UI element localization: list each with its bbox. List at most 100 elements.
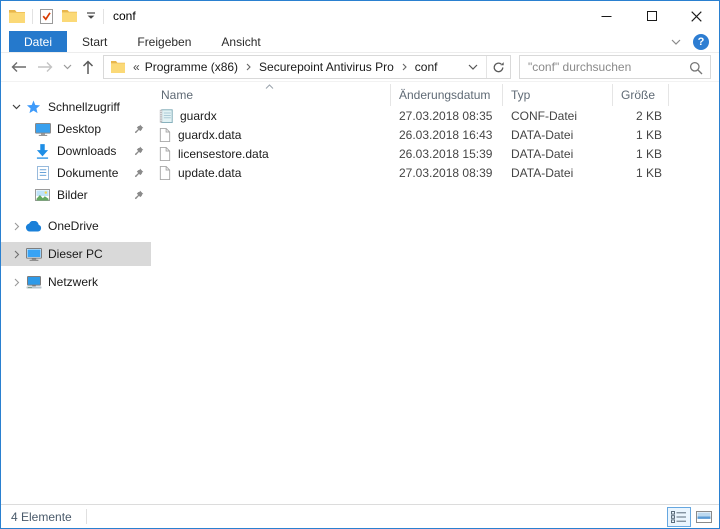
sidebar-item-desktop[interactable]: Desktop bbox=[1, 118, 151, 140]
file-row-update-data[interactable]: update.data 27.03.2018 08:39 DATA-Datei … bbox=[151, 163, 719, 182]
thumbnail-view-icon[interactable] bbox=[692, 507, 716, 527]
chevron-right-icon[interactable] bbox=[9, 222, 24, 231]
recent-locations-chevron-icon[interactable] bbox=[63, 64, 72, 70]
sidebar-item-schnellzugriff[interactable]: Schnellzugriff bbox=[1, 96, 151, 118]
breadcrumb-securepoint-antivirus-pro[interactable]: Securepoint Antivirus Pro bbox=[257, 60, 396, 74]
data-file-icon bbox=[159, 146, 171, 161]
file-size: 2 KB bbox=[635, 108, 662, 123]
chevron-right-icon[interactable] bbox=[9, 250, 24, 259]
up-button[interactable] bbox=[82, 59, 94, 75]
file-size: 1 KB bbox=[635, 165, 662, 180]
data-file-icon bbox=[159, 165, 171, 180]
minimize-button[interactable] bbox=[584, 1, 629, 31]
file-name: licensestore.data bbox=[178, 146, 269, 161]
chevron-right-icon[interactable] bbox=[9, 278, 24, 287]
navigation-pane: Schnellzugriff Desktop Downloads Dokumen… bbox=[1, 82, 151, 504]
window-controls bbox=[584, 1, 719, 31]
status-separator bbox=[85, 509, 87, 524]
ribbon-tab-bar: Datei Start Freigeben Ansicht ? bbox=[1, 31, 719, 53]
help-icon[interactable]: ? bbox=[693, 33, 709, 50]
file-modified: 26.03.2018 16:43 bbox=[399, 127, 493, 142]
navigation-toolbar: « Programme (x86) Securepoint Antivirus … bbox=[1, 53, 719, 82]
chevron-down-icon[interactable] bbox=[9, 104, 24, 110]
file-type: DATA-Datei bbox=[511, 146, 574, 161]
file-list-pane: Name Änderungsdatum Typ Größe guardx 27.… bbox=[151, 82, 719, 504]
pin-icon bbox=[134, 190, 144, 200]
sidebar-item-netzwerk[interactable]: Netzwerk bbox=[1, 270, 151, 294]
sidebar-item-dieser-pc[interactable]: Dieser PC bbox=[1, 242, 151, 266]
back-button[interactable] bbox=[11, 61, 27, 73]
status-bar: 4 Elemente bbox=[1, 504, 719, 528]
maximize-button[interactable] bbox=[629, 1, 674, 31]
data-file-icon bbox=[159, 127, 171, 142]
pictures-icon bbox=[33, 189, 52, 201]
sidebar-item-label: Dokumente bbox=[57, 166, 119, 180]
search-input[interactable] bbox=[520, 56, 710, 78]
breadcrumb-programme-x86[interactable]: Programme (x86) bbox=[143, 60, 240, 74]
explorer-window: conf Datei Start Freigeben Ansicht ? « P… bbox=[0, 0, 720, 529]
pin-icon bbox=[134, 168, 144, 178]
file-name: guardx bbox=[180, 108, 217, 123]
file-size: 1 KB bbox=[635, 127, 662, 142]
new-folder-icon[interactable] bbox=[62, 10, 77, 22]
search-box bbox=[519, 55, 711, 79]
tab-ansicht[interactable]: Ansicht bbox=[206, 31, 275, 52]
search-icon[interactable] bbox=[689, 61, 703, 75]
column-header-modified[interactable]: Änderungsdatum bbox=[391, 84, 503, 106]
sidebar-item-onedrive[interactable]: OneDrive bbox=[1, 214, 151, 238]
sort-ascending-caret-icon bbox=[265, 84, 274, 89]
sidebar-item-bilder[interactable]: Bilder bbox=[1, 184, 151, 206]
main-content: Schnellzugriff Desktop Downloads Dokumen… bbox=[1, 82, 719, 504]
sidebar-item-label: Desktop bbox=[57, 122, 102, 136]
breadcrumb-chevron-icon[interactable] bbox=[240, 63, 257, 71]
breadcrumb-overflow-icon[interactable]: « bbox=[130, 60, 143, 74]
address-history-chevron-icon[interactable] bbox=[460, 64, 486, 70]
sidebar-item-label: Schnellzugriff bbox=[48, 100, 120, 114]
refresh-icon[interactable] bbox=[486, 56, 510, 78]
column-header-size[interactable]: Größe bbox=[613, 84, 669, 106]
address-folder-icon bbox=[110, 61, 126, 73]
file-type: CONF-Datei bbox=[511, 108, 578, 123]
title-bar: conf bbox=[1, 1, 719, 31]
sidebar-item-label: Netzwerk bbox=[48, 275, 99, 289]
breadcrumb-conf[interactable]: conf bbox=[413, 60, 440, 74]
pin-icon bbox=[134, 146, 144, 156]
file-modified: 27.03.2018 08:35 bbox=[399, 108, 493, 123]
file-row-licensestore-data[interactable]: licensestore.data 26.03.2018 15:39 DATA-… bbox=[151, 144, 719, 163]
file-row-guardx-data[interactable]: guardx.data 26.03.2018 16:43 DATA-Datei … bbox=[151, 125, 719, 144]
sidebar-item-label: Dieser PC bbox=[48, 247, 103, 261]
sidebar-item-label: Bilder bbox=[57, 188, 88, 202]
properties-icon[interactable] bbox=[40, 8, 53, 24]
file-name: update.data bbox=[178, 165, 242, 180]
sidebar-item-downloads[interactable]: Downloads bbox=[1, 140, 151, 162]
file-modified: 27.03.2018 08:39 bbox=[399, 165, 493, 180]
sidebar-item-dokumente[interactable]: Dokumente bbox=[1, 162, 151, 184]
titlebar-separator bbox=[32, 8, 33, 24]
onedrive-cloud-icon bbox=[24, 220, 43, 232]
desktop-icon bbox=[33, 122, 52, 136]
downloads-icon bbox=[33, 143, 52, 159]
quick-access-star-icon bbox=[24, 99, 43, 115]
file-size: 1 KB bbox=[635, 146, 662, 161]
tab-freigeben[interactable]: Freigeben bbox=[122, 31, 206, 52]
pin-icon bbox=[134, 124, 144, 134]
document-icon bbox=[33, 166, 52, 180]
customize-qat-dropdown-icon[interactable] bbox=[86, 12, 96, 20]
titlebar-separator bbox=[103, 8, 104, 24]
close-button[interactable] bbox=[674, 1, 719, 31]
file-type: DATA-Datei bbox=[511, 127, 574, 142]
tab-datei[interactable]: Datei bbox=[9, 31, 68, 52]
file-type: DATA-Datei bbox=[511, 165, 574, 180]
forward-button[interactable] bbox=[37, 61, 53, 73]
expand-ribbon-chevron-icon[interactable] bbox=[671, 39, 681, 45]
tab-start[interactable]: Start bbox=[67, 31, 122, 52]
file-row-guardx[interactable]: guardx 27.03.2018 08:35 CONF-Datei 2 KB bbox=[151, 106, 719, 125]
details-view-icon[interactable] bbox=[667, 506, 691, 527]
file-modified: 26.03.2018 15:39 bbox=[399, 146, 493, 161]
network-icon bbox=[24, 275, 43, 289]
column-header-type[interactable]: Typ bbox=[503, 84, 613, 106]
this-pc-icon bbox=[24, 247, 43, 261]
file-name: guardx.data bbox=[178, 127, 242, 142]
breadcrumb-chevron-icon[interactable] bbox=[396, 63, 413, 71]
address-bar[interactable]: « Programme (x86) Securepoint Antivirus … bbox=[103, 55, 511, 79]
